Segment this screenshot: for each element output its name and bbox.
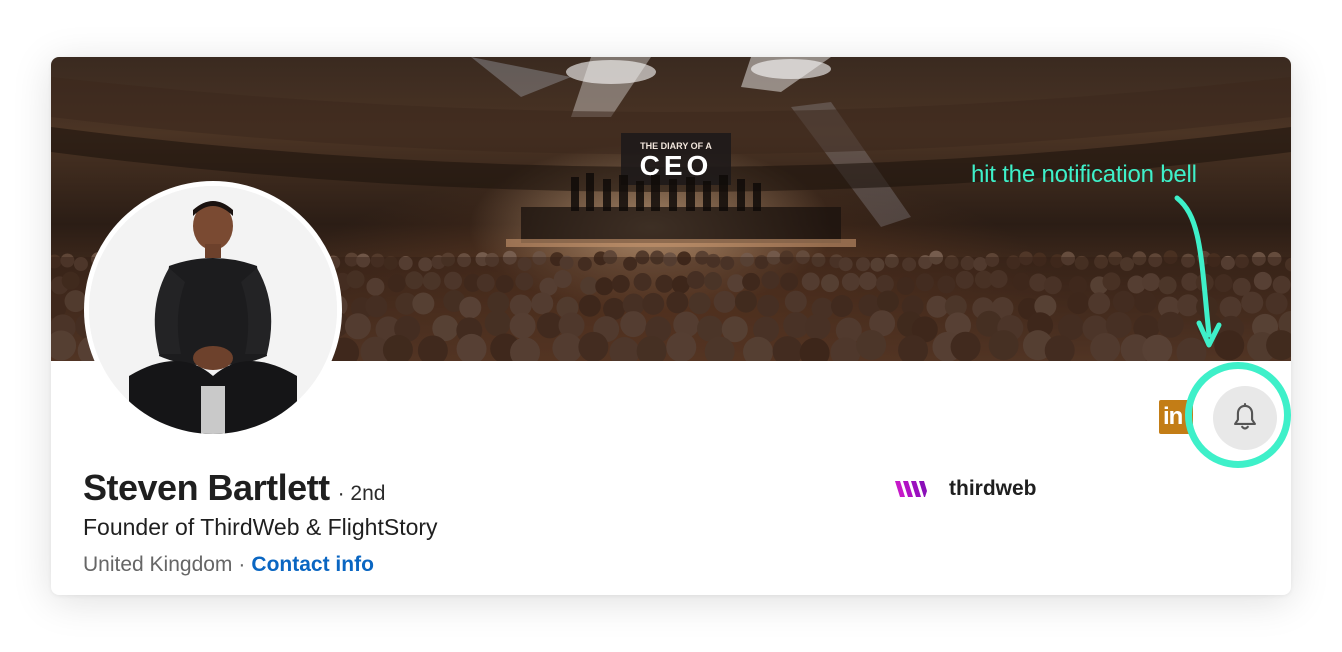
location-row: United Kingdom · Contact info — [83, 553, 374, 577]
company-link[interactable]: thirdweb — [895, 477, 1037, 501]
name-row: Steven Bartlett · 2nd — [83, 467, 385, 509]
profile-photo — [89, 186, 337, 434]
annotation-text: hit the notification bell — [971, 161, 1197, 188]
company-name: thirdweb — [949, 477, 1037, 500]
notification-bell-button[interactable] — [1213, 386, 1277, 450]
profile-avatar[interactable] — [84, 181, 342, 439]
location-separator: · — [238, 553, 246, 576]
profile-card: THE DIARY OF A CEO hit the notification … — [51, 57, 1291, 595]
connection-degree: · 2nd — [337, 482, 386, 505]
profile-name: Steven Bartlett — [83, 467, 330, 508]
stage-sign-big: CEO — [640, 150, 713, 181]
linkedin-badge[interactable]: in — [1159, 400, 1193, 434]
profile-location: United Kingdom — [83, 553, 233, 576]
profile-headline: Founder of ThirdWeb & FlightStory — [83, 514, 438, 540]
bell-icon — [1234, 403, 1256, 430]
contact-info-link[interactable]: Contact info — [251, 553, 373, 576]
thirdweb-logo-icon — [895, 481, 927, 497]
